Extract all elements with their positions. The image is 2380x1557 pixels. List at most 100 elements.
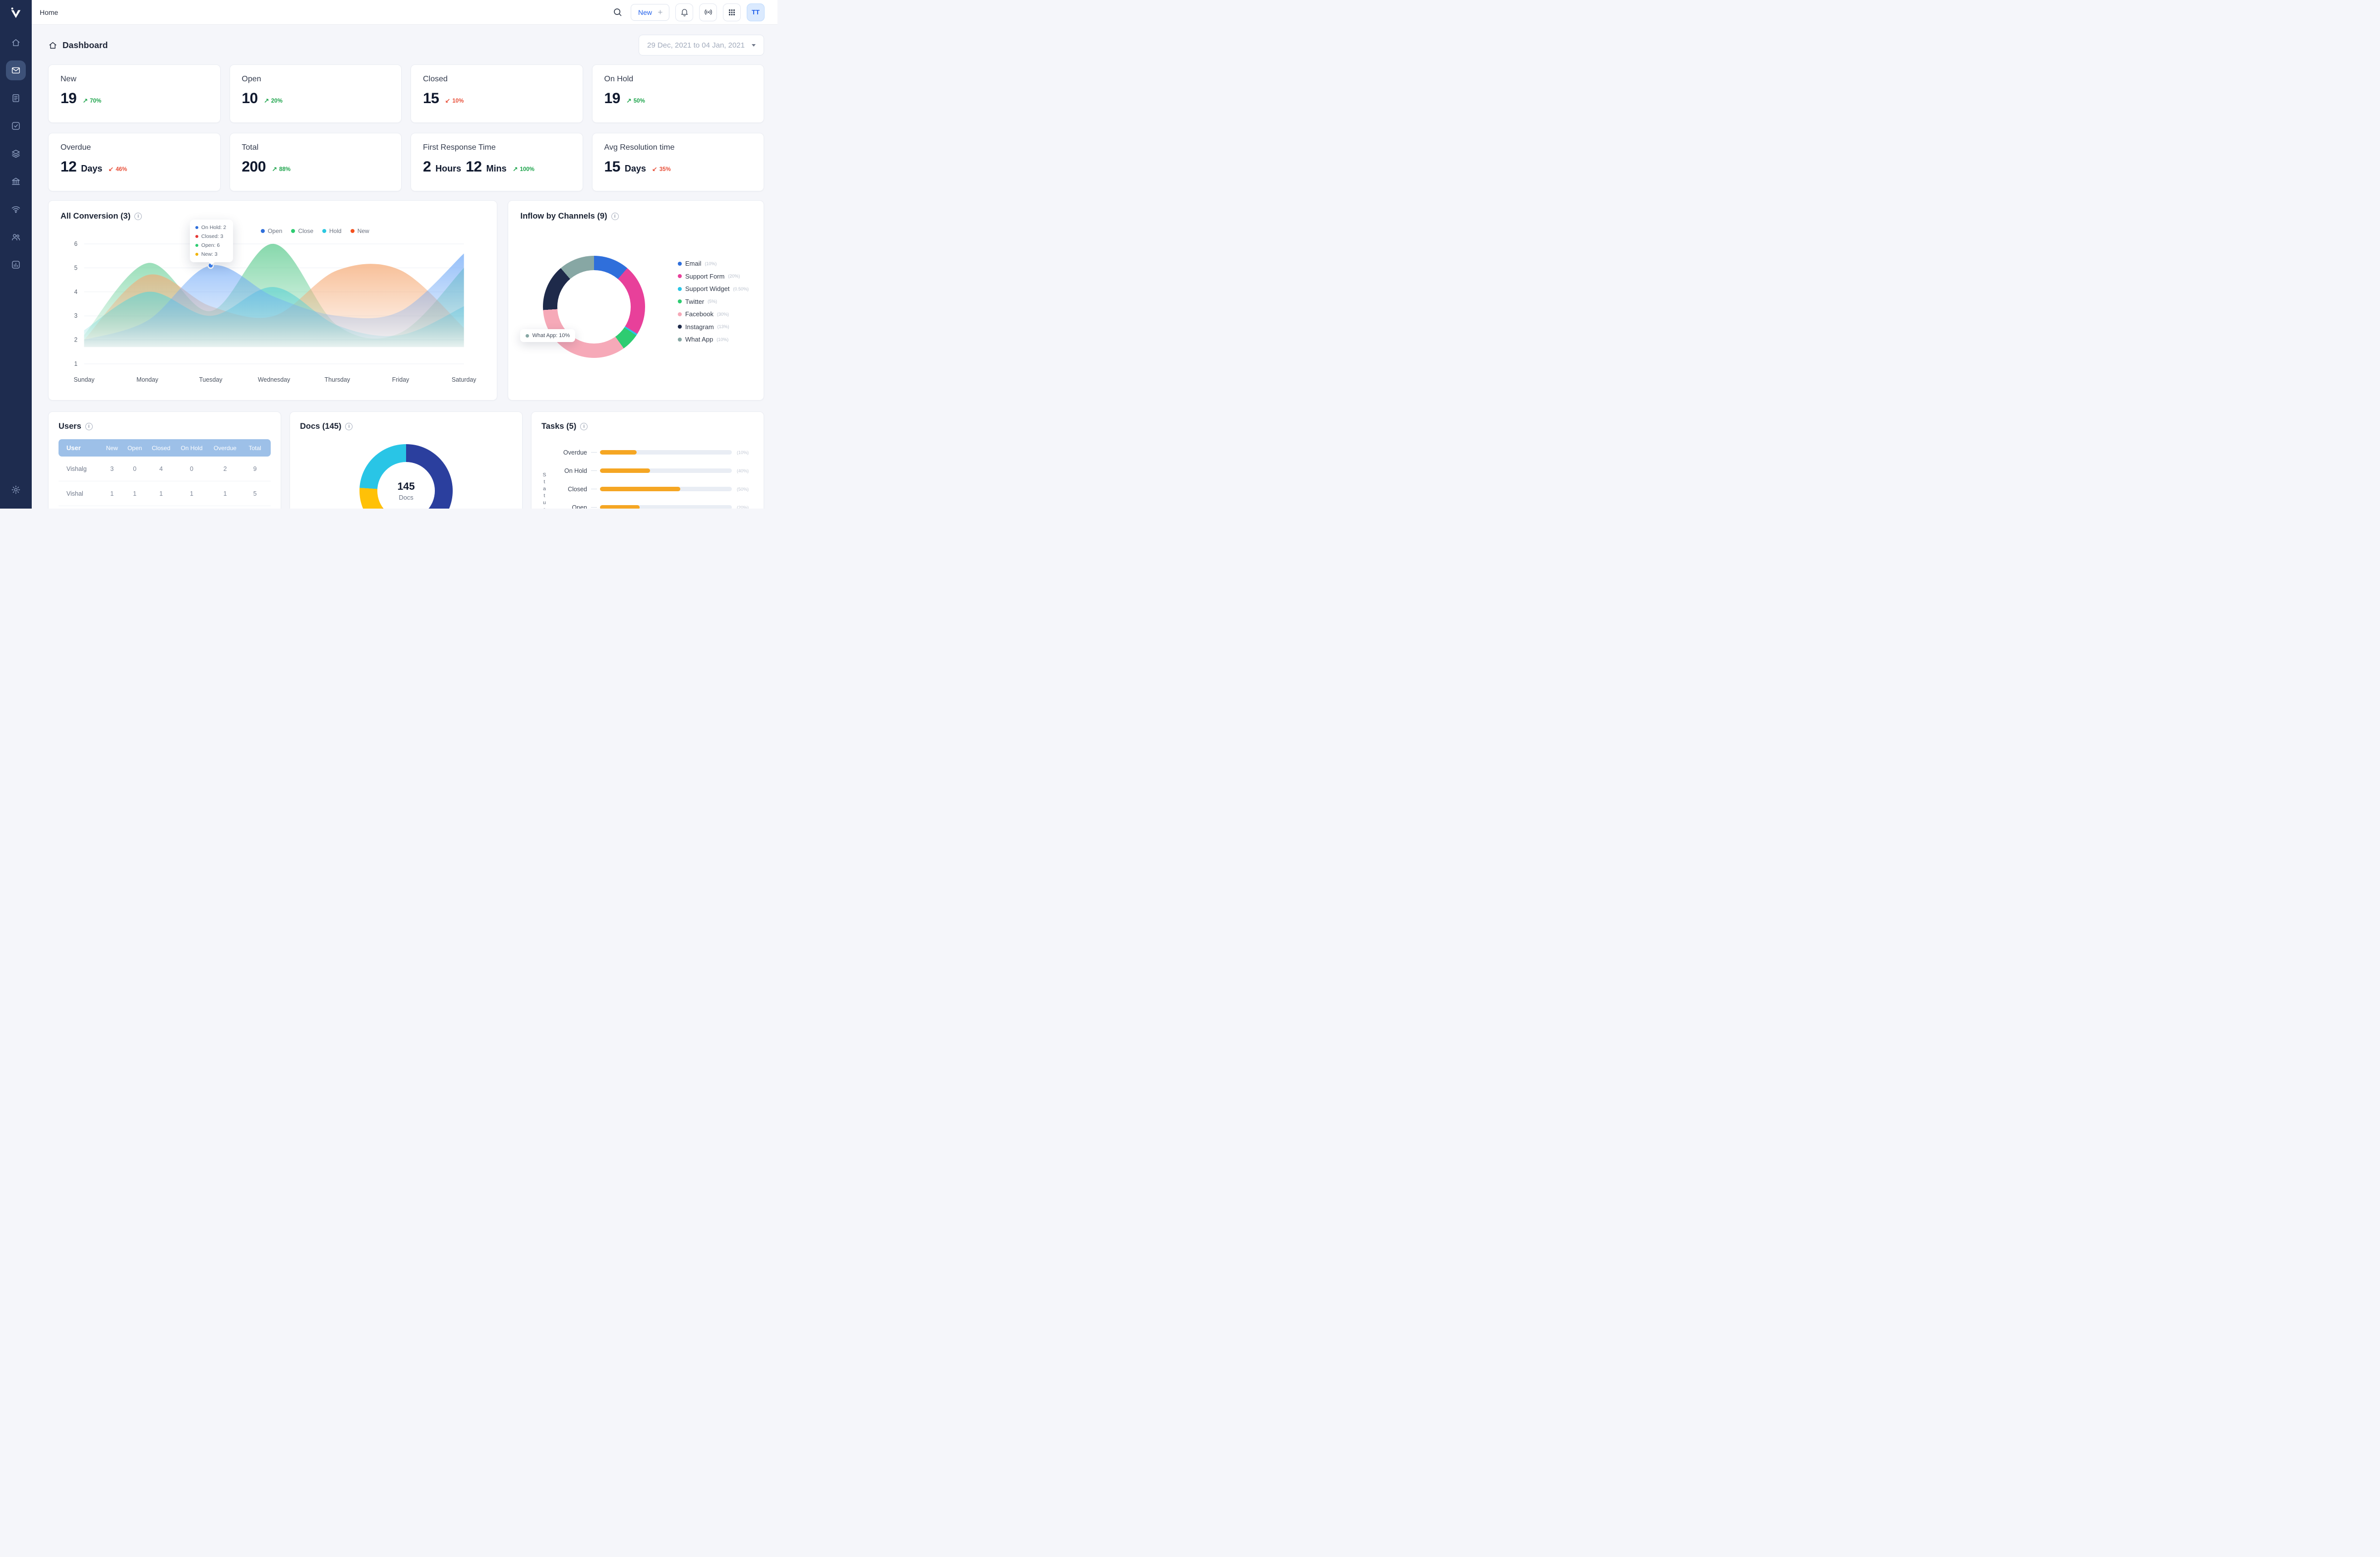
sidebar-item-layers[interactable] [6,144,26,164]
sidebar-item-bar-chart[interactable] [6,255,26,275]
docs-title: Docs (145) [300,422,341,431]
docs-card: Docs (145) 145 Docs [290,411,523,509]
conversion-area-chart[interactable]: 654321SundayMondayTuesdayWednesdayThursd… [60,234,485,387]
channel-legend-item-twitter[interactable]: Twitter(5%) [678,298,749,305]
user-name-cell: Vishalg [61,465,101,472]
users-col-total: Total [242,445,268,452]
task-bar[interactable] [600,450,637,455]
stat-unit: Days [81,164,102,174]
docs-count-label: Docs [399,494,414,501]
notifications-button[interactable] [675,3,693,21]
sidebar-item-document[interactable] [6,88,26,108]
channel-legend-item-email[interactable]: Email(10%) [678,260,749,267]
dashboard-content: Dashboard 29 Dec, 2021 to 04 Jan, 2021 N… [32,25,777,509]
stat-value: 12 [60,159,76,175]
users-card-head: Users [59,422,271,431]
date-range-picker[interactable]: 29 Dec, 2021 to 04 Jan, 2021 [639,35,764,56]
apps-grid-button[interactable] [723,3,741,21]
task-label: Overdue [555,449,587,456]
sidebar-item-bank[interactable] [6,172,26,191]
new-button[interactable]: New [631,4,669,21]
stat-unit: Days [625,164,646,174]
sidebar-item-home[interactable] [6,33,26,53]
stat-card-open: Open10↗20% [230,64,402,123]
sidebar-item-settings[interactable] [6,480,26,500]
home-icon [11,38,21,48]
conversion-card-head: All Conversion (3) [60,212,485,221]
svg-text:Monday: Monday [136,376,159,383]
task-pct: (50%) [737,487,754,492]
tooltip-row: On Hold: 2 [195,225,226,231]
task-row-on-hold: On Hold(40%) [555,461,754,480]
svg-text:5: 5 [74,264,78,271]
stat-delta-value: 50% [634,98,645,104]
bell-icon [680,7,689,17]
users-table-header: UserNewOpenClosedOn HoldOverdueTotal [59,439,271,457]
svg-text:2: 2 [74,336,78,343]
tooltip-dot [195,253,198,256]
channel-legend-item-support-form[interactable]: Support Form(20%) [678,273,749,280]
users-card: Users UserNewOpenClosedOn HoldOverdueTot… [48,411,281,509]
inflow-tooltip: What App: 10% [520,329,575,342]
stat-label: Overdue [60,143,208,152]
legend-dot [678,312,682,316]
tooltip-dot [195,244,198,247]
task-bar[interactable] [600,505,640,509]
inflow-donut-chart[interactable] [543,256,645,358]
channel-name: Email [685,260,702,267]
svg-text:3: 3 [74,312,78,319]
channel-pct: (0.50%) [733,287,749,291]
avatar[interactable]: TT [747,3,765,21]
legend-item-hold[interactable]: Hold [322,228,342,234]
inflow-title: Inflow by Channels (9) [520,212,607,221]
search-button[interactable] [610,5,625,19]
sidebar-item-users[interactable] [6,227,26,247]
legend-item-open[interactable]: Open [261,228,282,234]
stat-card-avg-resolution-time: Avg Resolution time15Days↙35% [592,133,765,191]
docs-donut-center: 145 Docs [377,462,435,509]
info-icon[interactable] [134,213,142,220]
channel-pct: (30%) [717,312,729,317]
legend-dot [322,229,326,233]
tooltip-row: New: 3 [195,251,226,257]
user-stat-cell: 2 [208,465,242,472]
info-icon[interactable] [611,213,619,220]
legend-label: Close [298,228,313,234]
stat-delta: ↙46% [108,166,127,173]
info-icon[interactable] [85,423,93,430]
sidebar-item-inbox[interactable] [6,60,26,80]
users-table-row[interactable]: Vishalg304029 [59,457,271,481]
task-bar[interactable] [600,468,650,473]
info-icon[interactable] [345,423,353,430]
task-bar[interactable] [600,487,680,491]
sidebar-item-tasks[interactable] [6,116,26,136]
channel-legend-item-instagram[interactable]: Instagram(13%) [678,323,749,331]
legend-dot [678,299,682,303]
channel-legend-item-support-widget[interactable]: Support Widget(0.50%) [678,285,749,292]
page-title: Dashboard [62,40,108,51]
info-icon[interactable] [580,423,588,430]
channel-legend-item-what-app[interactable]: What App(10%) [678,336,749,343]
sidebar-item-wifi[interactable] [6,199,26,219]
topbar: Home New TT [32,0,777,25]
users-table-body: Vishalg304029Vishal111115 [59,457,271,506]
users-title: Users [59,422,81,431]
legend-item-new[interactable]: New [351,228,369,234]
channel-legend-item-facebook[interactable]: Facebook(30%) [678,310,749,318]
docs-donut-chart[interactable]: 145 Docs [359,444,453,509]
task-label: Open [555,504,587,509]
signal-button[interactable] [699,3,717,21]
stat-delta-value: 46% [116,167,127,173]
legend-dot [351,229,355,233]
axis-tick [591,470,597,471]
stat-delta: ↗50% [626,97,645,105]
sidebar-bottom [6,480,26,500]
channel-pct: (10%) [716,337,728,342]
stat-label: New [60,75,208,84]
channel-name: Support Form [685,273,724,280]
apps-grid-icon [727,8,736,17]
users-table-row[interactable]: Vishal111115 [59,481,271,506]
app-logo[interactable] [8,6,23,21]
users-col-closed: Closed [147,445,175,452]
legend-item-close[interactable]: Close [291,228,313,234]
